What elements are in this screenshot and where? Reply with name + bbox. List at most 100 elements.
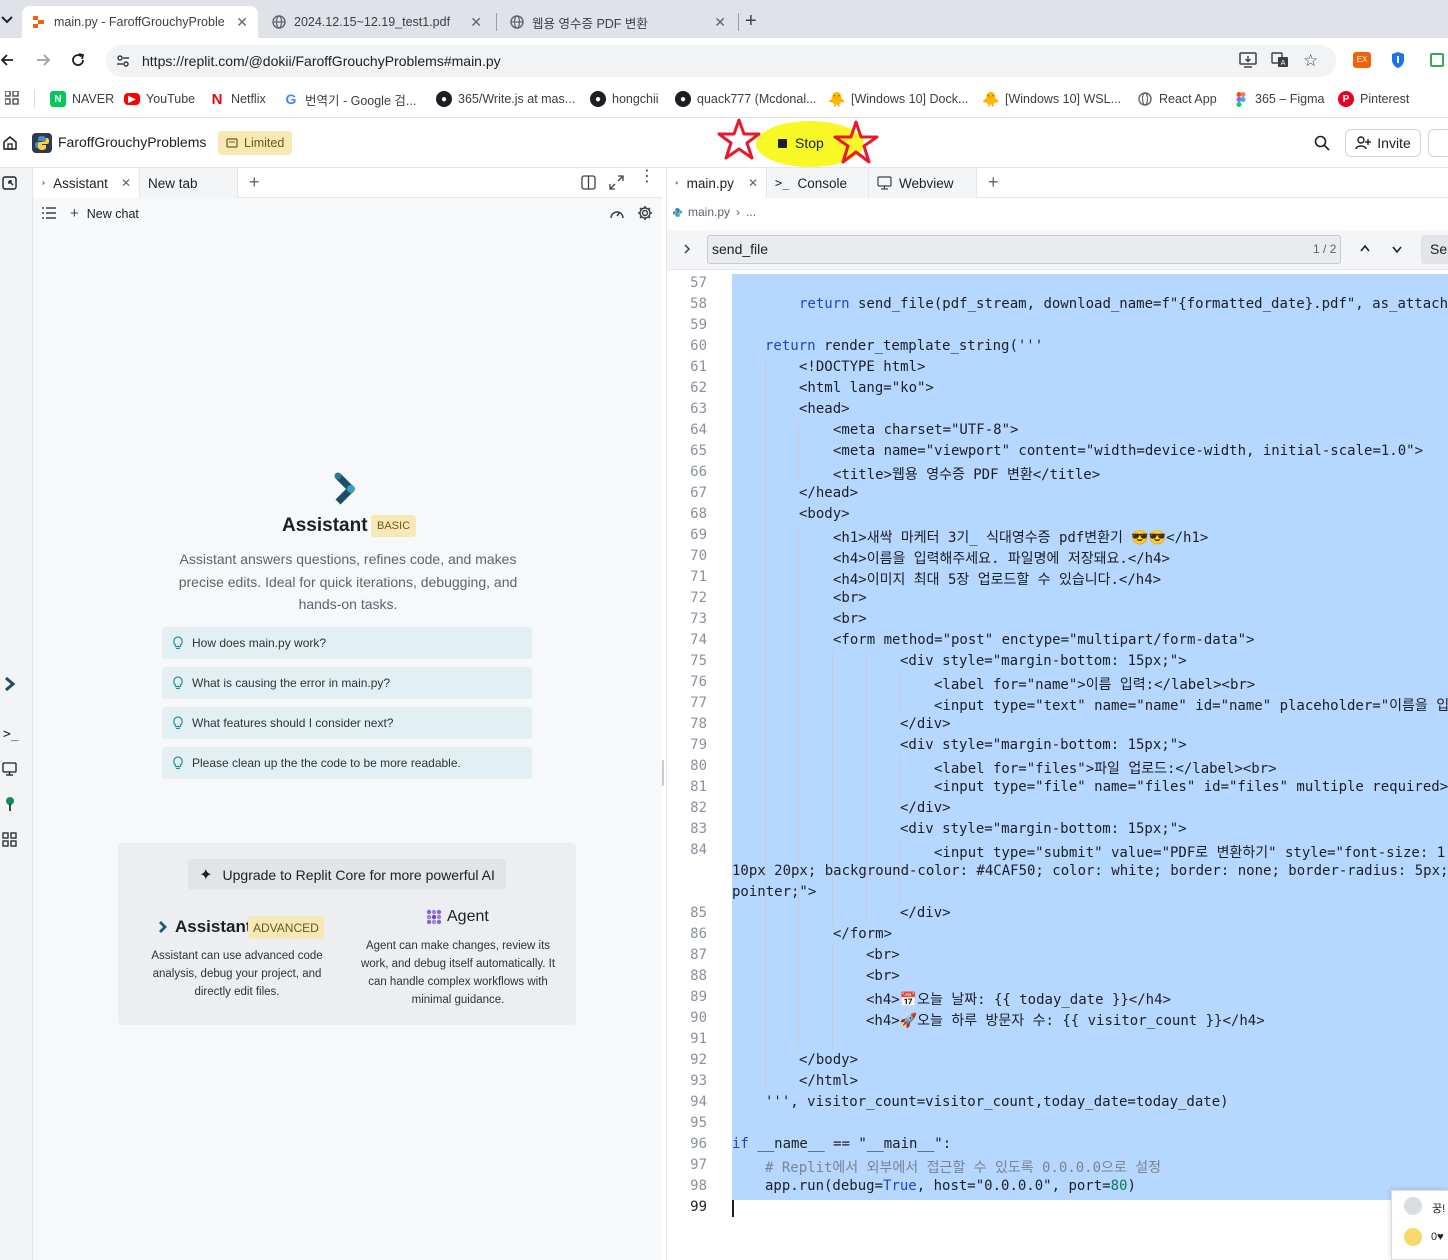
bookmark-figma[interactable]: 365 – Figma — [1233, 89, 1324, 109]
git-tree-rail-icon[interactable] — [3, 796, 17, 812]
bookmark-github-hongchii[interactable]: ● hongchii — [590, 89, 659, 109]
next-match-chevron-down-icon[interactable] — [1391, 245, 1403, 254]
back-arrow-icon[interactable] — [0, 52, 14, 68]
code-line: </div> — [900, 800, 951, 816]
suggestion-chip[interactable]: Please clean up the the code to be more … — [162, 747, 532, 779]
browser-tab-strip: main.py - FaroffGrouchyProble ✕ 2024.12.… — [0, 0, 1448, 38]
find-input[interactable] — [707, 235, 1341, 264]
close-tab-icon[interactable]: ✕ — [470, 14, 482, 31]
deploy-button[interactable] — [1428, 129, 1448, 157]
chevron-right-icon: › — [736, 205, 741, 219]
pane-resize-handle[interactable] — [662, 760, 664, 786]
search-icon[interactable] — [1314, 135, 1330, 151]
line-number: 91 — [690, 1031, 707, 1047]
chat-history-list-icon[interactable] — [42, 207, 56, 219]
bookmark-wsl[interactable]: 🐥 [Windows 10] WSL... — [982, 89, 1121, 109]
line-number: 86 — [690, 926, 707, 942]
bookmark-netflix[interactable]: N Netflix — [209, 89, 266, 109]
close-tab-icon[interactable]: ✕ — [714, 14, 726, 31]
bookmark-pinterest[interactable]: P Pinterest — [1338, 89, 1409, 109]
install-app-icon[interactable] — [1239, 52, 1257, 68]
previous-match-chevron-up-icon[interactable] — [1359, 244, 1371, 253]
browser-tab[interactable]: 2024.12.15~12.19_test1.pdf ✕ — [262, 6, 492, 38]
line-number: 76 — [690, 674, 707, 690]
code-line: return render_template_string(''' — [765, 338, 1044, 354]
add-tab-plus-icon[interactable]: + — [988, 172, 999, 193]
plus-icon: + — [70, 205, 79, 222]
close-tab-icon[interactable]: ✕ — [748, 176, 758, 190]
assistant-rail-icon[interactable] — [4, 676, 16, 692]
select-matches-button[interactable]: Se — [1421, 235, 1448, 264]
browser-tab[interactable]: 웹용 영수증 PDF 변환 ✕ — [500, 6, 736, 38]
code-line: <!DOCTYPE html> — [799, 359, 926, 375]
suggestion-chip[interactable]: What features should I consider next? — [162, 707, 532, 739]
translate-icon[interactable]: A — [1271, 52, 1289, 68]
code-line: <div style="margin-bottom: 15px;"> — [900, 653, 1187, 669]
tab-search-chevron-icon[interactable] — [0, 10, 14, 28]
bookmark-star-icon[interactable]: ☆ — [1303, 51, 1318, 71]
agent-description: Agent can make changes, review its work,… — [360, 940, 556, 1006]
bookmark-naver[interactable]: N NAVER — [50, 89, 114, 109]
upgrade-button[interactable]: ✦ Upgrade to Replit Core for more powerf… — [188, 859, 506, 890]
project-name[interactable]: FaroffGrouchyProblems — [58, 134, 206, 150]
forward-arrow-icon[interactable] — [35, 52, 51, 68]
new-chat-button[interactable]: + New chat — [70, 205, 139, 222]
tab-new-tab[interactable]: New tab — [140, 168, 238, 198]
code-line: <h4>📅오늘 날짜: {{ today_date }}</h4> — [866, 992, 1171, 1008]
tab-webview[interactable]: Webview — [869, 168, 977, 198]
split-pane-icon[interactable] — [581, 175, 596, 190]
line-number: 85 — [690, 905, 707, 921]
code-line: <br> — [866, 947, 900, 963]
agent-logo-icon — [426, 909, 442, 925]
plan-badge[interactable]: Limited — [218, 131, 293, 155]
tab-console[interactable]: >_ Console — [767, 168, 869, 198]
all-tools-grid-icon[interactable] — [2, 832, 17, 847]
gear-icon[interactable] — [637, 205, 653, 221]
extension-green-icon[interactable] — [1430, 53, 1444, 67]
line-number: 67 — [690, 485, 707, 501]
assistant-logo-icon — [333, 472, 359, 506]
add-tab-plus-icon[interactable]: + — [249, 172, 260, 193]
stop-button[interactable]: Stop — [778, 135, 824, 151]
reload-icon[interactable] — [70, 52, 86, 68]
bookmark-react-app[interactable]: React App — [1137, 89, 1217, 109]
suggestion-chip[interactable]: How does main.py work? — [162, 627, 532, 659]
console-rail-icon[interactable]: >_ — [3, 727, 19, 742]
breadcrumb-file[interactable]: main.py — [688, 205, 730, 219]
line-number: 66 — [690, 464, 707, 480]
site-info-icon[interactable] — [115, 53, 131, 69]
code-line: <h1>새싹 마케터 3기_ 식대영수증 pdf변환기 😎😎</h1> — [833, 530, 1209, 546]
bookmark-docker[interactable]: 🐥 [Windows 10] Dock... — [828, 89, 968, 109]
home-icon[interactable] — [2, 135, 18, 151]
tab-divider — [496, 13, 497, 31]
gauge-icon[interactable] — [609, 206, 625, 220]
line-number: 83 — [690, 821, 707, 837]
bookmark-youtube[interactable]: ▶ YouTube — [124, 89, 195, 109]
apps-grid-icon[interactable] — [5, 91, 19, 105]
close-tab-icon[interactable]: ✕ — [121, 176, 131, 190]
tab-main-py[interactable]: main.py ✕ — [667, 168, 767, 198]
bookmark-google-translate[interactable]: G 번역기 - Google 검... — [283, 89, 417, 109]
bookmark-github-365[interactable]: ● 365/Write.js at mas... — [436, 89, 575, 109]
toggle-replace-chevron-icon[interactable] — [683, 243, 691, 255]
invite-button[interactable]: Invite — [1345, 129, 1421, 157]
pinterest-icon: P — [1338, 91, 1354, 107]
bookmark-github-quack777[interactable]: ● quack777 (Mcdonal... — [675, 89, 817, 109]
browser-tab-active[interactable]: main.py - FaroffGrouchyProble ✕ — [22, 6, 258, 38]
close-tab-icon[interactable]: ✕ — [236, 14, 248, 31]
line-number: 70 — [690, 548, 707, 564]
extension-shield-icon[interactable] — [1391, 51, 1405, 69]
breadcrumb-more[interactable]: ... — [746, 205, 756, 219]
more-options-icon[interactable]: ⋮ — [639, 169, 655, 185]
line-number: 65 — [690, 443, 707, 459]
code-line: <body> — [799, 506, 850, 522]
suggestion-chip[interactable]: What is causing the error in main.py? — [162, 667, 532, 699]
tab-assistant[interactable]: Assistant ✕ — [34, 168, 140, 198]
new-tab-plus-icon[interactable]: + — [745, 10, 757, 33]
netflix-icon: N — [211, 90, 223, 108]
files-panel-icon[interactable] — [2, 175, 18, 191]
webview-rail-icon[interactable] — [2, 762, 17, 776]
extension-orange-icon[interactable]: EX — [1353, 52, 1371, 68]
maximize-icon[interactable] — [609, 175, 624, 190]
browser-tab-title: 2024.12.15~12.19_test1.pdf — [294, 15, 451, 29]
